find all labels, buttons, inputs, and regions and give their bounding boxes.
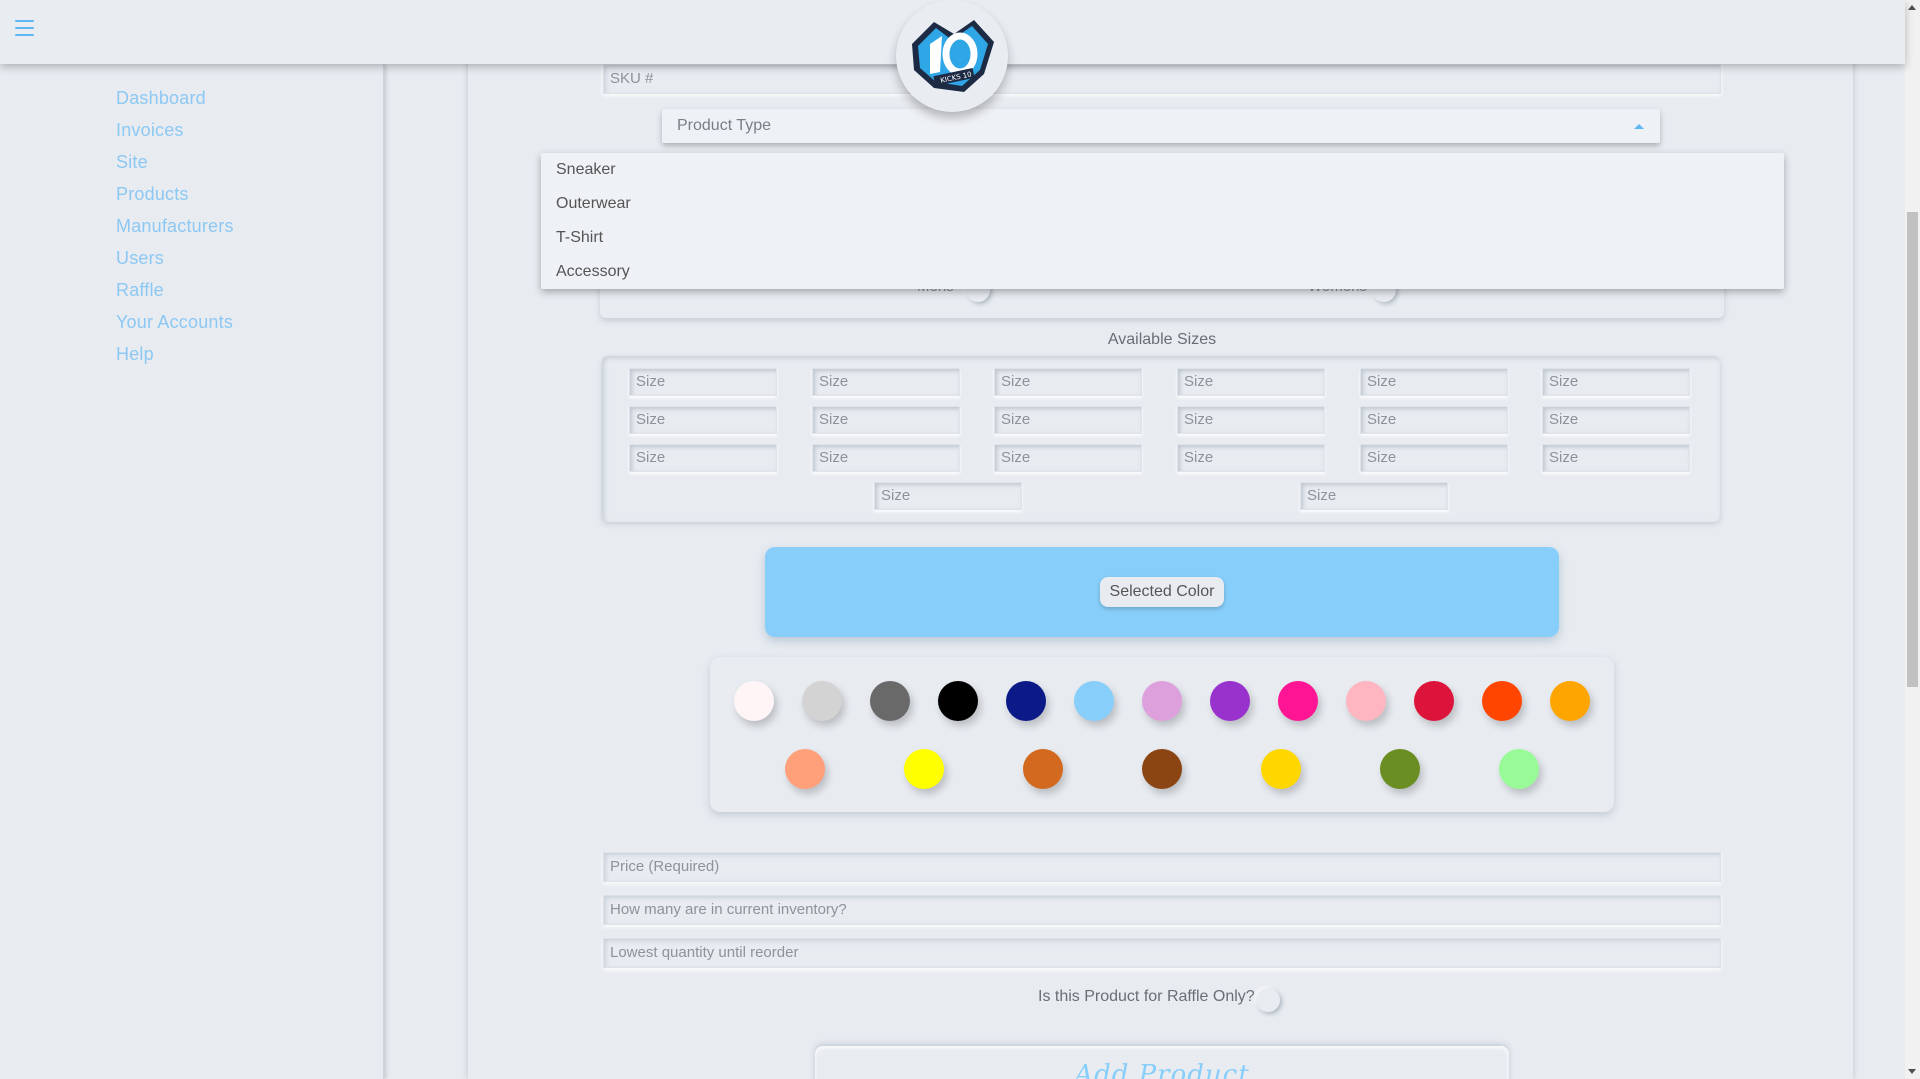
hamburger-menu-icon[interactable] <box>15 20 34 36</box>
color-swatch[interactable] <box>1550 681 1590 721</box>
price-input[interactable]: Price (Required) <box>603 852 1721 882</box>
color-swatch[interactable] <box>1261 749 1301 789</box>
size-input[interactable]: Size <box>1542 406 1690 434</box>
color-swatch[interactable] <box>1142 681 1182 721</box>
size-input[interactable]: Size <box>1177 368 1325 396</box>
size-input[interactable]: Size <box>874 482 1022 510</box>
reorder-quantity-input[interactable]: Lowest quantity until reorder <box>603 938 1721 968</box>
size-input[interactable]: Size <box>994 444 1142 472</box>
size-input[interactable]: Size <box>1542 368 1690 396</box>
scroll-up-arrow-icon[interactable] <box>1908 5 1916 10</box>
color-swatch[interactable] <box>1210 681 1250 721</box>
scroll-down-arrow-icon[interactable] <box>1908 1069 1916 1074</box>
product-type-select[interactable]: Product Type <box>662 109 1660 143</box>
sidebar-item-your-accounts[interactable]: Your Accounts <box>116 308 383 340</box>
size-input[interactable]: Size <box>1300 482 1448 510</box>
selected-color-label: Selected Color <box>1099 577 1225 607</box>
color-swatch[interactable] <box>1414 681 1454 721</box>
size-input[interactable]: Size <box>812 368 960 396</box>
site-logo[interactable]: KICKS 10 <box>896 0 1008 112</box>
size-input[interactable]: Size <box>994 406 1142 434</box>
dropdown-option-accessory[interactable]: Accessory <box>541 255 1784 289</box>
color-swatch[interactable] <box>802 681 842 721</box>
sidebar: Dashboard Invoices Site Products Manufac… <box>0 64 384 1079</box>
size-input[interactable]: Size <box>812 444 960 472</box>
sidebar-item-users[interactable]: Users <box>116 244 383 276</box>
sku-input[interactable]: SKU # <box>603 64 1721 94</box>
size-input[interactable]: Size <box>629 444 777 472</box>
sidebar-item-invoices[interactable]: Invoices <box>116 116 383 148</box>
sizes-panel: Size Size Size Size Size Size Size Size … <box>602 356 1720 522</box>
size-input[interactable]: Size <box>1177 444 1325 472</box>
dropdown-option-outerwear[interactable]: Outerwear <box>541 187 1784 221</box>
color-swatch[interactable] <box>1278 681 1318 721</box>
color-swatch[interactable] <box>1074 681 1114 721</box>
product-type-dropdown: Sneaker Outerwear T-Shirt Accessory <box>541 153 1784 289</box>
sidebar-item-products[interactable]: Products <box>116 180 383 212</box>
caret-up-icon <box>1634 124 1644 129</box>
size-input[interactable]: Size <box>1542 444 1690 472</box>
color-swatch[interactable] <box>1023 749 1063 789</box>
color-swatch[interactable] <box>904 749 944 789</box>
selected-color-preview: Selected Color <box>765 547 1559 637</box>
scroll-thumb[interactable] <box>1907 212 1918 687</box>
size-input[interactable]: Size <box>994 368 1142 396</box>
available-sizes-title: Available Sizes <box>1107 331 1217 348</box>
size-input[interactable]: Size <box>1360 406 1508 434</box>
color-swatch[interactable] <box>1499 749 1539 789</box>
size-input[interactable]: Size <box>1360 368 1508 396</box>
size-input[interactable]: Size <box>812 406 960 434</box>
add-product-label: Add Product <box>1074 1060 1250 1079</box>
raffle-only-label: Is this Product for Raffle Only? <box>1038 988 1255 1005</box>
sidebar-item-raffle[interactable]: Raffle <box>116 276 383 308</box>
add-product-button[interactable]: Add Product <box>815 1046 1509 1079</box>
color-swatch[interactable] <box>1006 681 1046 721</box>
size-input[interactable]: Size <box>629 368 777 396</box>
color-swatch[interactable] <box>938 681 978 721</box>
color-swatch[interactable] <box>870 681 910 721</box>
dropdown-option-tshirt[interactable]: T-Shirt <box>541 221 1784 255</box>
sidebar-item-dashboard[interactable]: Dashboard <box>116 84 383 116</box>
kicks-logo-image: KICKS 10 <box>912 20 994 92</box>
inventory-input[interactable]: How many are in current inventory? <box>603 895 1721 925</box>
page-scrollbar[interactable] <box>1905 0 1920 1079</box>
sidebar-item-site[interactable]: Site <box>116 148 383 180</box>
sidebar-item-help[interactable]: Help <box>116 340 383 372</box>
size-input[interactable]: Size <box>1360 444 1508 472</box>
color-swatch[interactable] <box>785 749 825 789</box>
color-swatch[interactable] <box>734 681 774 721</box>
dropdown-option-sneaker[interactable]: Sneaker <box>541 153 1784 187</box>
size-input[interactable]: Size <box>1177 406 1325 434</box>
raffle-only-toggle[interactable] <box>1256 988 1280 1012</box>
color-swatch[interactable] <box>1142 749 1182 789</box>
size-input[interactable]: Size <box>629 406 777 434</box>
product-type-label: Product Type <box>677 117 771 134</box>
sidebar-item-manufacturers[interactable]: Manufacturers <box>116 212 383 244</box>
color-swatch[interactable] <box>1482 681 1522 721</box>
color-swatch[interactable] <box>1346 681 1386 721</box>
color-swatch[interactable] <box>1380 749 1420 789</box>
